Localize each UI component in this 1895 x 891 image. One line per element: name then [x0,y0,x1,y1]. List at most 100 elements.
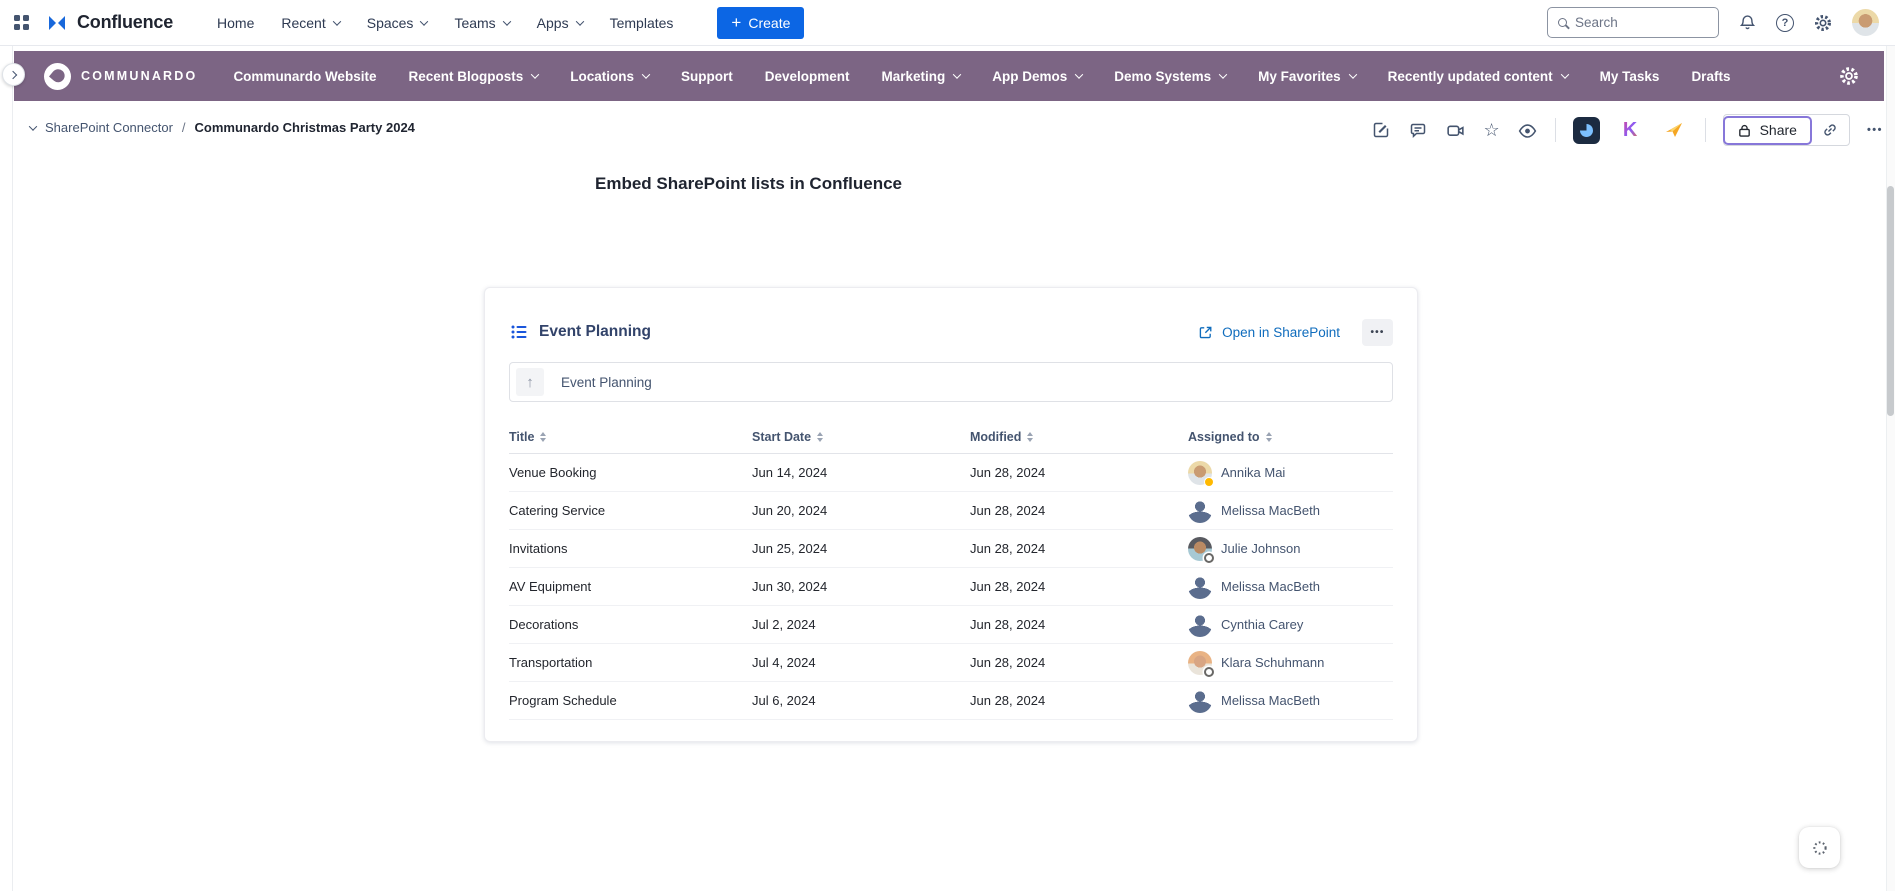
column-label: Title [509,430,534,444]
assignee-link[interactable]: Melissa MacBeth [1221,579,1320,594]
table-row[interactable]: Decorations Jul 2, 2024 Jun 28, 2024 Cyn… [509,606,1393,644]
scrollbar-track[interactable] [1886,46,1895,891]
table-column-header[interactable]: Assigned to [1188,430,1393,444]
cell-title: Decorations [509,617,752,632]
table-row[interactable]: Invitations Jun 25, 2024 Jun 28, 2024 Ju… [509,530,1393,568]
table-column-header[interactable]: Modified [970,430,1188,444]
list-breadcrumb-label[interactable]: Event Planning [561,375,652,390]
assignee-avatar [1188,651,1212,675]
spinner-icon [1812,840,1828,856]
space-nav-item[interactable]: Communardo Website [233,69,376,84]
space-nav-item[interactable]: My Favorites [1258,69,1356,84]
space-nav-item[interactable]: Demo Systems [1114,69,1226,84]
space-nav-item[interactable]: App Demos [992,69,1082,84]
space-nav-item[interactable]: Recently updated content [1388,69,1568,84]
help-icon[interactable]: ? [1776,14,1794,32]
topnav-item[interactable]: Templates [610,15,674,31]
star-icon[interactable]: ☆ [1483,121,1499,139]
video-icon[interactable] [1445,120,1466,141]
assignee-link[interactable]: Cynthia Carey [1221,617,1303,632]
cell-start-date: Jul 4, 2024 [752,655,970,670]
user-avatar[interactable] [1852,9,1879,36]
breadcrumb-space-link[interactable]: SharePoint Connector [45,120,173,135]
sort-icon [1266,432,1272,442]
table-row[interactable]: Venue Booking Jun 14, 2024 Jun 28, 2024 … [509,454,1393,492]
column-label: Assigned to [1188,430,1260,444]
search-input[interactable] [1575,15,1708,30]
table-column-header[interactable]: Start Date [752,430,970,444]
space-settings-gear-icon[interactable] [1838,65,1860,87]
topnav-item[interactable]: Spaces [367,15,428,31]
space-nav-item[interactable]: My Tasks [1600,69,1660,84]
notifications-bell-icon[interactable] [1738,13,1757,32]
cell-assigned-to: Melissa MacBeth [1188,689,1393,713]
confluence-logo[interactable]: Confluence [45,11,173,35]
loom-app-icon[interactable] [1573,117,1600,144]
topnav-item[interactable]: Recent [281,15,339,31]
presence-badge [1204,553,1214,563]
watch-eye-icon[interactable] [1517,120,1538,141]
up-arrow-button[interactable]: ↑ [516,368,544,396]
settings-gear-icon[interactable] [1813,13,1833,33]
share-button-label: Share [1760,122,1797,138]
assignee-link[interactable]: Melissa MacBeth [1221,693,1320,708]
cell-start-date: Jul 2, 2024 [752,617,970,632]
edit-icon[interactable] [1371,120,1391,140]
paper-plane-app-icon[interactable] [1661,117,1688,144]
breadcrumb-and-actions-row: SharePoint Connector / Communardo Christ… [14,101,1895,146]
list-more-button[interactable]: ••• [1362,319,1393,346]
space-nav-item[interactable]: Support [681,69,733,84]
assignee-link[interactable]: Julie Johnson [1221,541,1301,556]
chevron-down-icon [332,17,340,25]
space-nav-item[interactable]: Locations [570,69,649,84]
topnav-item[interactable]: Teams [454,15,509,31]
space-nav-item[interactable]: Drafts [1691,69,1730,84]
space-navbar: COMMUNARDO Communardo Website Recent Blo… [14,51,1884,101]
copy-link-icon[interactable] [1811,115,1849,145]
sort-icon [817,432,823,442]
space-nav-item[interactable]: Development [765,69,850,84]
cell-modified: Jun 28, 2024 [970,579,1188,594]
product-wordmark: Confluence [77,12,173,33]
floating-loading-button[interactable] [1799,827,1840,868]
space-nav-item[interactable]: Recent Blogposts [408,69,538,84]
share-button[interactable]: Share [1723,116,1812,145]
table-row[interactable]: Transportation Jul 4, 2024 Jun 28, 2024 … [509,644,1393,682]
chevron-down-icon [642,70,650,78]
topnav-item[interactable]: Apps [537,15,583,31]
search-icon [1558,18,1567,27]
comment-icon[interactable] [1408,120,1428,140]
assignee-link[interactable]: Annika Mai [1221,465,1285,480]
cell-title: Invitations [509,541,752,556]
search-box[interactable] [1547,7,1719,38]
topnav-item[interactable]: Home [217,15,254,31]
space-nav-item[interactable]: Marketing [882,69,961,84]
plus-icon: + [731,14,741,31]
create-button-label: Create [748,15,790,31]
k-app-icon[interactable]: K [1617,117,1644,144]
chevron-down-icon[interactable] [30,125,36,131]
table-row[interactable]: AV Equipment Jun 30, 2024 Jun 28, 2024 M… [509,568,1393,606]
create-button[interactable]: + Create [717,7,804,39]
table-column-header[interactable]: Title [509,430,752,444]
table-row[interactable]: Catering Service Jun 20, 2024 Jun 28, 20… [509,492,1393,530]
topnav-menu: Home Recent Spaces Teams Apps Templates [217,15,673,31]
more-actions-button[interactable]: ••• [1867,124,1883,136]
open-in-sharepoint-link[interactable]: Open in SharePoint [1197,324,1340,341]
breadcrumb-page-title[interactable]: Communardo Christmas Party 2024 [195,120,415,135]
scrollbar-thumb[interactable] [1887,186,1894,416]
cell-title: Program Schedule [509,693,752,708]
list-table: Title Start Date Modified Assigned to Ve… [509,430,1393,720]
chevron-down-icon [1075,70,1083,78]
cell-title: Transportation [509,655,752,670]
space-nav-item-label: Drafts [1691,69,1730,84]
assignee-avatar [1188,537,1212,561]
table-row[interactable]: Program Schedule Jul 6, 2024 Jun 28, 202… [509,682,1393,720]
assignee-link[interactable]: Melissa MacBeth [1221,503,1320,518]
space-nav-item-label: Recently updated content [1388,69,1553,84]
page-content: SharePoint Connector / Communardo Christ… [14,101,1895,742]
assignee-link[interactable]: Klara Schuhmann [1221,655,1324,670]
app-switcher-icon[interactable] [14,15,29,30]
communardo-brand[interactable]: COMMUNARDO [44,63,197,90]
sidebar-expand-button[interactable] [2,63,25,86]
